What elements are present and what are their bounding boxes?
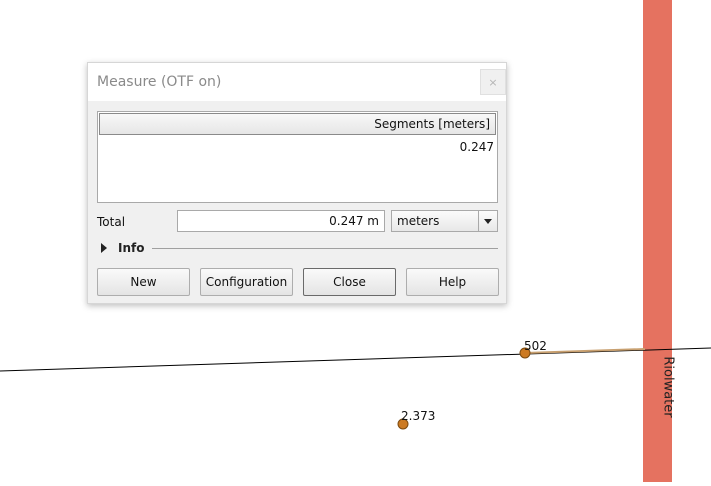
chevron-down-icon[interactable] xyxy=(478,211,497,231)
table-row[interactable]: 0.247 xyxy=(460,140,494,154)
configuration-button[interactable]: Configuration xyxy=(200,268,293,296)
close-icon[interactable]: × xyxy=(480,69,506,95)
dialog-titlebar[interactable]: Measure (OTF on) × xyxy=(88,63,506,101)
unit-select-value: meters xyxy=(397,214,440,228)
road-label: Riolwater xyxy=(660,356,676,418)
info-divider xyxy=(152,248,498,249)
new-button[interactable]: New xyxy=(97,268,190,296)
help-button[interactable]: Help xyxy=(406,268,499,296)
measure-dialog: Measure (OTF on) × Segments [meters] 0.2… xyxy=(87,62,507,304)
total-value-field[interactable]: 0.247 m xyxy=(177,210,385,232)
close-button[interactable]: Close xyxy=(303,268,396,296)
unit-select[interactable]: meters xyxy=(391,210,498,232)
expand-triangle-icon[interactable] xyxy=(101,243,107,253)
dialog-title: Measure (OTF on) xyxy=(97,74,222,90)
total-label: Total xyxy=(97,215,126,229)
segments-table[interactable]: Segments [meters] 0.247 xyxy=(97,111,498,203)
line-feature xyxy=(0,347,711,372)
segments-column-header[interactable]: Segments [meters] xyxy=(99,113,496,135)
info-section-label[interactable]: Info xyxy=(118,241,144,255)
point-label-502: 502 xyxy=(524,339,547,353)
point-label-2373: 2.373 xyxy=(401,409,436,423)
